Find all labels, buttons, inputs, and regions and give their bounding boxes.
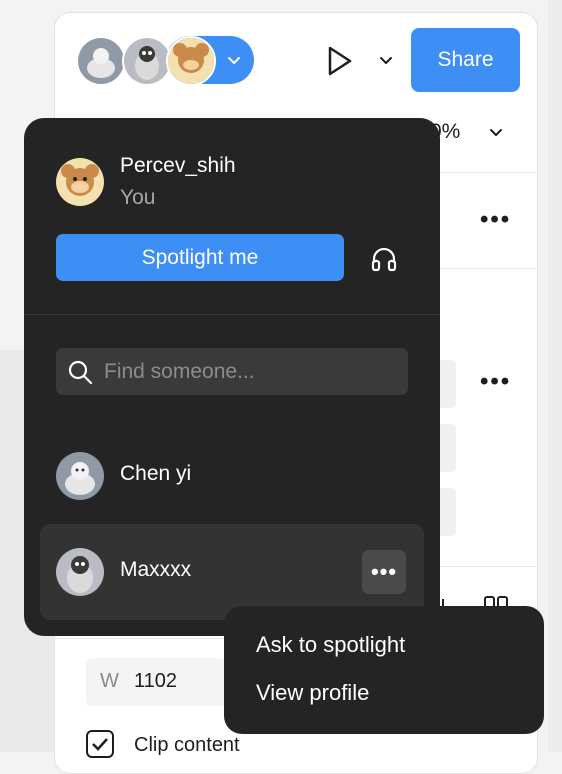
checkmark-icon [92, 738, 108, 751]
menu-item-view-profile[interactable]: View profile [256, 680, 369, 706]
search-input[interactable] [100, 348, 408, 395]
share-button[interactable]: Share [411, 28, 520, 92]
more-options-button[interactable]: ••• [362, 550, 406, 594]
panel-divider [430, 566, 536, 567]
headphones-icon[interactable] [370, 245, 398, 273]
avatar[interactable] [76, 36, 126, 86]
avatar[interactable] [122, 36, 172, 86]
context-menu [224, 606, 544, 734]
avatar [56, 452, 104, 500]
panel-divider [430, 268, 536, 269]
panel-divider [54, 638, 224, 639]
avatar[interactable] [166, 36, 216, 86]
chevron-down-icon [228, 57, 240, 64]
list-item[interactable]: Chen yi [40, 428, 424, 524]
avatar [56, 548, 104, 596]
menu-item-ask-to-spotlight[interactable]: Ask to spotlight [256, 632, 405, 658]
chevron-down-icon[interactable] [378, 52, 394, 68]
canvas-edge [548, 0, 562, 752]
avatar [56, 158, 104, 206]
chevron-down-icon[interactable] [488, 124, 504, 140]
more-options-button[interactable]: ••• [480, 368, 511, 396]
person-name: Maxxxx [120, 558, 192, 581]
width-label: W [100, 670, 119, 692]
current-user-label: You [120, 186, 156, 209]
clip-content-label: Clip content [134, 734, 240, 756]
play-icon[interactable] [322, 44, 356, 78]
clip-content-checkbox[interactable] [86, 730, 114, 758]
more-options-button[interactable]: ••• [480, 206, 511, 234]
panel-divider [430, 172, 536, 173]
popover-divider [24, 314, 440, 315]
person-name: Chen yi [120, 462, 192, 485]
width-value[interactable]: 1102 [134, 670, 177, 693]
search-icon [68, 360, 93, 385]
spotlight-me-button[interactable]: Spotlight me [56, 234, 344, 281]
current-user-name: Percev_shih [120, 154, 236, 177]
